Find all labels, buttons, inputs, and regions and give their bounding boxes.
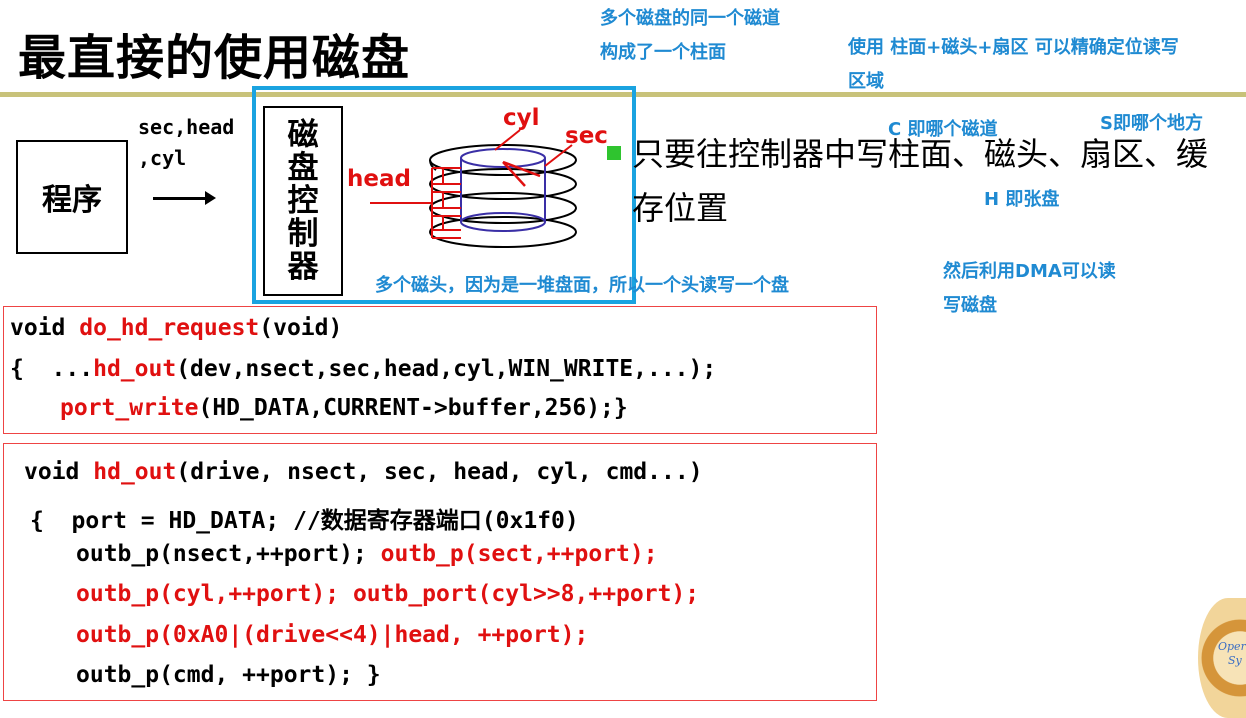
controller-char-5: 器 bbox=[287, 248, 319, 285]
code2-line1-kw: void bbox=[24, 459, 94, 485]
code-block-do-hd-request: void do_hd_request(void) { ...hd_out(dev… bbox=[3, 306, 877, 434]
program-label: 程序 bbox=[42, 183, 102, 218]
arrow-line bbox=[153, 197, 208, 200]
controller-char-1: 磁 bbox=[287, 116, 319, 153]
code1-line1-kw: void bbox=[10, 315, 80, 341]
params-line1: sec,head bbox=[138, 115, 235, 139]
code2-line3-b: outb_p(sect,++port); bbox=[380, 541, 658, 567]
code2-line3-a: outb_p(nsect,++port); bbox=[76, 541, 381, 567]
bullet-text-line1: 只要往控制器中写柱面、磁头、扇区、缓 bbox=[632, 135, 1209, 173]
cylinder-note-line1: 多个磁盘的同一个磁道 bbox=[600, 8, 780, 29]
logo-text-2: Sy bbox=[1228, 654, 1242, 667]
code1-line3-rest: (HD_DATA,CURRENT->buffer,256);} bbox=[198, 395, 628, 421]
cyl-pointer bbox=[494, 129, 521, 151]
controller-char-3: 控 bbox=[287, 182, 319, 219]
logo-text-1: Oper bbox=[1218, 640, 1246, 653]
code2-line2: { port = HD_DATA; //数据寄存器端口(0x1f0) bbox=[30, 508, 579, 534]
code2-line6: outb_p(cmd, ++port); } bbox=[76, 662, 381, 688]
params-line2: ,cyl bbox=[138, 146, 187, 170]
code2-line5: outb_p(0xA0|(drive<<4)|head, ++port); bbox=[76, 622, 589, 648]
heads-note: 多个磁头，因为是一堆盘面，所以一个头读写一个盘 bbox=[375, 275, 789, 296]
dma-note-line2: 写磁盘 bbox=[943, 295, 997, 316]
code1-line2-fn: hd_out bbox=[93, 356, 177, 382]
code1-line2: { ...hd_out(dev,nsect,sec,head,cyl,WIN_W… bbox=[10, 356, 716, 382]
bullet-marker-icon bbox=[607, 146, 621, 160]
code2-line1: void hd_out(drive, nsect, sec, head, cyl… bbox=[24, 459, 703, 485]
sec-label: sec bbox=[565, 123, 608, 149]
cylinder-note-line2: 构成了一个柱面 bbox=[600, 42, 726, 63]
code2-line1-rest: (drive, nsect, sec, head, cyl, cmd...) bbox=[176, 459, 703, 485]
cyl-label: cyl bbox=[503, 105, 540, 131]
code1-line1-fn: do_hd_request bbox=[79, 315, 260, 341]
program-box: 程序 bbox=[16, 140, 128, 254]
code2-line3: outb_p(nsect,++port); outb_p(sect,++port… bbox=[76, 541, 658, 567]
slide-title: 最直接的使用磁盘 bbox=[18, 30, 411, 86]
head-label: head bbox=[347, 166, 411, 192]
code1-line3-fn: port_write bbox=[60, 395, 199, 421]
dma-note-line1: 然后利用DMA可以读 bbox=[943, 261, 1116, 282]
code2-line4: outb_p(cyl,++port); outb_port(cyl>>8,++p… bbox=[76, 581, 700, 607]
bullet-text-line2: 存位置 bbox=[632, 189, 729, 227]
code1-line1-rest: (void) bbox=[259, 315, 343, 341]
arrow-right-icon bbox=[205, 191, 216, 205]
code1-line2-rest: (dev,nsect,sec,head,cyl,WIN_WRITE,...); bbox=[176, 356, 717, 382]
course-logo: Oper Sy bbox=[1198, 598, 1246, 718]
controller-char-2: 盘 bbox=[287, 149, 319, 186]
code1-line3: port_write(HD_DATA,CURRENT->buffer,256);… bbox=[60, 395, 628, 421]
controller-char-4: 制 bbox=[287, 215, 319, 252]
locate-note-line2: 区域 bbox=[848, 71, 884, 92]
code1-line1: void do_hd_request(void) bbox=[10, 315, 342, 341]
code-block-hd-out: void hd_out(drive, nsect, sec, head, cyl… bbox=[3, 443, 877, 701]
code1-line2-a: { ... bbox=[10, 356, 94, 382]
h-note: H 即张盘 bbox=[984, 189, 1060, 210]
disk-controller-box: 磁 盘 控 制 器 bbox=[263, 106, 343, 296]
locate-note-line1: 使用 柱面+磁头+扇区 可以精确定位读写 bbox=[848, 37, 1179, 58]
code2-line1-fn: hd_out bbox=[93, 459, 177, 485]
